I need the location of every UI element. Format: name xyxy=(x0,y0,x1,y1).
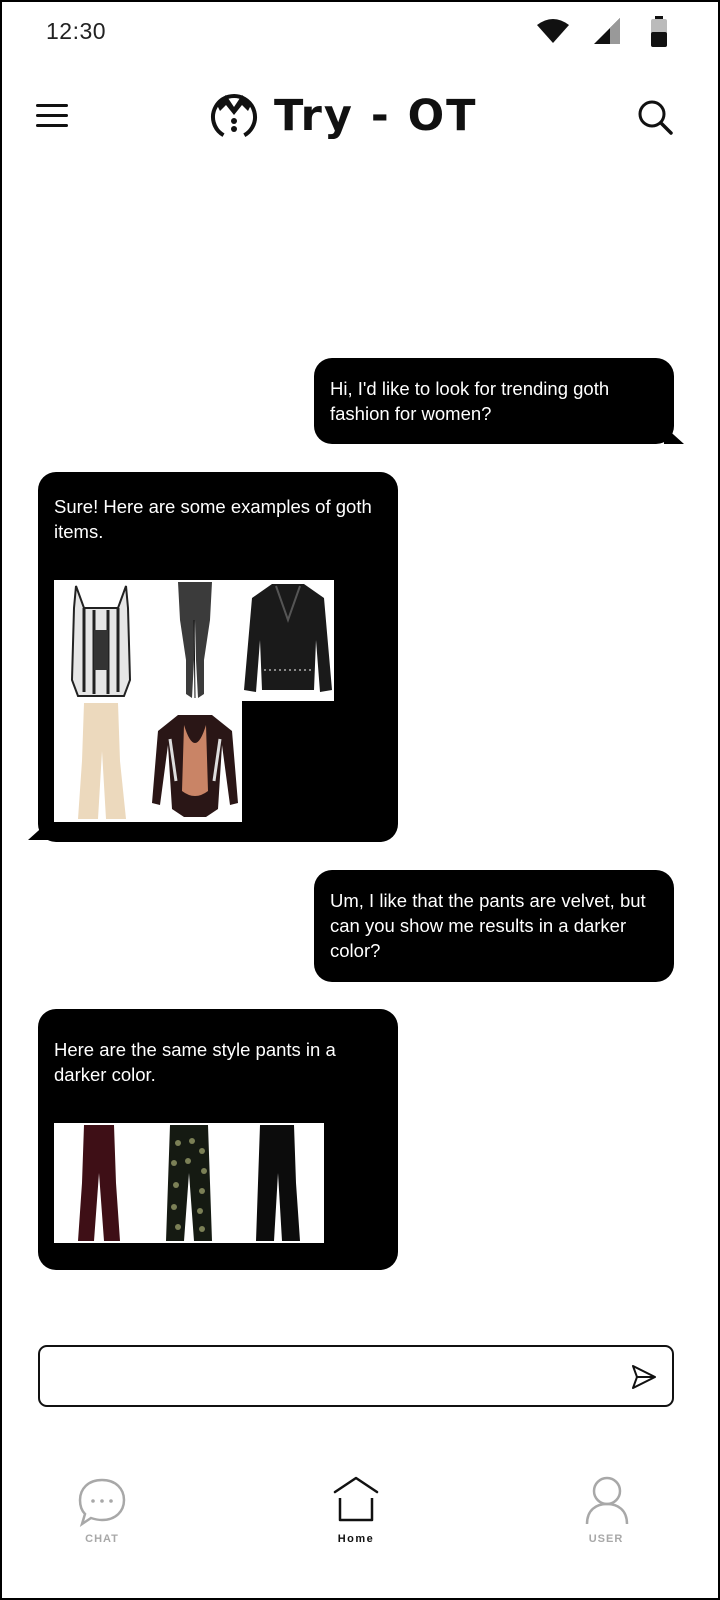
status-time: 12:30 xyxy=(46,18,107,44)
user-message: Um, I like that the pants are velvet, bu… xyxy=(314,870,674,982)
sheer-tights-image[interactable] xyxy=(148,580,242,701)
wifi-icon xyxy=(537,19,569,43)
velvet-flared-pants-image[interactable] xyxy=(54,701,148,822)
message-composer xyxy=(38,1345,674,1407)
nav-home-label: Home xyxy=(337,1533,375,1545)
bot-message: Sure! Here are some examples of goth ite… xyxy=(38,472,398,842)
message-text: Hi, I'd like to look for trending goth f… xyxy=(330,378,610,424)
bot-message: Here are the same style pants in a darke… xyxy=(38,1009,398,1270)
home-icon xyxy=(333,1476,379,1522)
burgundy-flared-pants-image[interactable] xyxy=(54,1123,144,1243)
logo-mark-icon xyxy=(211,94,257,140)
status-bar: 12:30 xyxy=(2,2,718,64)
app-header: Try - OT xyxy=(2,78,718,158)
app-screen: 12:30 Try - OT Hi, I'd like to look for … xyxy=(0,0,720,1600)
nav-chat-label: CHAT xyxy=(85,1533,119,1545)
bottom-nav: CHAT Home USER xyxy=(2,1462,718,1598)
battery-icon xyxy=(651,16,667,47)
menu-line xyxy=(36,124,68,127)
user-message: Hi, I'd like to look for trending goth f… xyxy=(314,358,674,444)
chat-bubble-icon xyxy=(78,1478,126,1527)
user-icon xyxy=(585,1476,629,1525)
polka-dot-velvet-pants-image[interactable] xyxy=(144,1123,234,1243)
app-logo: Try - OT xyxy=(208,86,478,146)
nav-user-label: USER xyxy=(588,1533,624,1545)
search-icon[interactable] xyxy=(636,98,676,138)
bubble-tail xyxy=(664,426,684,444)
logo-wordmark: Try - OT xyxy=(274,90,478,141)
nav-user[interactable]: USER xyxy=(546,1462,666,1562)
message-text: Here are the same style pants in a darke… xyxy=(54,1039,336,1085)
message-text: Sure! Here are some examples of goth ite… xyxy=(54,496,372,542)
black-velvet-pants-image[interactable] xyxy=(234,1123,324,1243)
send-icon[interactable] xyxy=(630,1363,658,1391)
menu-line xyxy=(36,114,68,117)
studded-leather-jacket-image[interactable] xyxy=(242,580,334,701)
cellular-signal-icon xyxy=(594,18,620,44)
message-input[interactable] xyxy=(52,1355,616,1399)
corset-top-image[interactable] xyxy=(54,580,148,701)
menu-line xyxy=(36,104,68,107)
printed-bodysuit-image[interactable] xyxy=(148,701,242,822)
bubble-tail xyxy=(28,822,48,840)
nav-home[interactable]: Home xyxy=(296,1462,416,1562)
menu-button[interactable] xyxy=(36,102,70,130)
message-text: Um, I like that the pants are velvet, bu… xyxy=(330,890,646,961)
nav-chat[interactable]: CHAT xyxy=(42,1462,162,1562)
